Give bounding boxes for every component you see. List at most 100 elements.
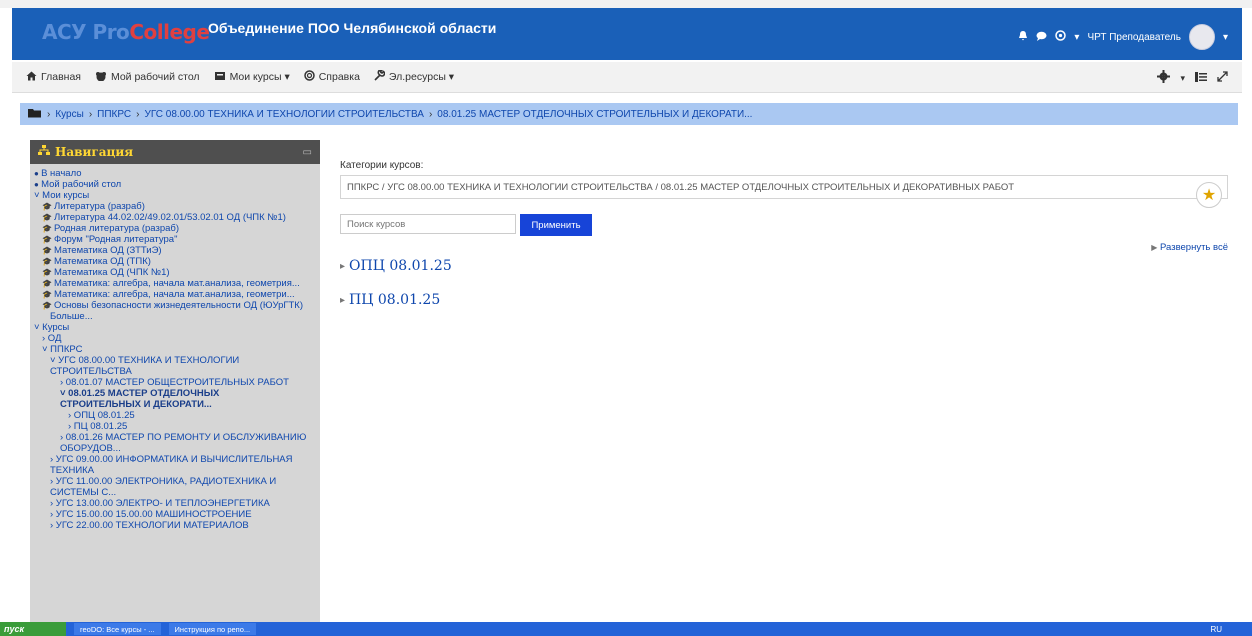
nav-item[interactable]: СИСТЕМЫ С... xyxy=(34,487,316,498)
nav-item[interactable]: ˅ ППКРС xyxy=(34,344,316,355)
menu-item-dashboard[interactable]: Мой рабочий стол xyxy=(95,71,200,84)
nav-course-item[interactable]: 🎓 Математика: алгебра, начала мат.анализа… xyxy=(34,278,316,289)
nav-course-item[interactable]: 🎓 Литература (разраб) xyxy=(34,201,316,212)
taskbar-item[interactable]: reoDO: Все курсы - ... xyxy=(74,623,161,635)
expand-all-link[interactable]: ▶ Развернуть всё xyxy=(1151,242,1228,253)
nav-course-item[interactable]: 🎓 Родная литература (разраб) xyxy=(34,223,316,234)
graduation-cap-icon: 🎓 xyxy=(42,279,52,288)
avatar[interactable] xyxy=(1188,24,1215,50)
nav-item[interactable]: ˅ Мои курсы xyxy=(34,190,316,201)
nav-item-label: › УГС 11.00.00 ЭЛЕКТРОНИКА, РАДИОТЕХНИКА… xyxy=(50,476,277,487)
nav-item-label: Математика: алгебра, начала мат.анализа,… xyxy=(53,289,295,300)
nav-item-label: СИСТЕМЫ С... xyxy=(50,487,117,498)
nav-item[interactable]: › ПЦ 08.01.25 xyxy=(34,421,316,432)
user-name[interactable]: ЧРТ Преподаватель xyxy=(1087,32,1181,43)
chat-icon[interactable] xyxy=(1036,31,1047,44)
nav-item[interactable]: › УГС 13.00.00 ЭЛЕКТРО- И ТЕПЛОЭНЕРГЕТИК… xyxy=(34,498,316,509)
nav-item[interactable]: › УГС 09.00.00 ИНФОРМАТИКА И ВЫЧИСЛИТЕЛЬ… xyxy=(34,454,316,465)
status-dropdown-icon[interactable]: ▾ xyxy=(1074,32,1079,43)
category-select[interactable]: ППКРС / УГС 08.00.00 ТЕХНИКА И ТЕХНОЛОГИ… xyxy=(340,175,1228,199)
taskbar-item[interactable]: Инструкция по репо... xyxy=(168,623,257,635)
graduation-cap-icon: 🎓 xyxy=(42,224,52,233)
menu-item-label: Мои курсы ▾ xyxy=(229,71,290,83)
nav-course-item[interactable]: 🎓 Форум "Родная литература" xyxy=(34,234,316,245)
site-header: АСУ ProCollege Объединение ПОО Челябинск… xyxy=(12,8,1242,60)
nav-item-label: › ОД xyxy=(42,333,62,344)
breadcrumb-item[interactable]: УГС 08.00.00 ТЕХНИКА И ТЕХНОЛОГИИ СТРОИТ… xyxy=(144,109,423,120)
fullscreen-icon[interactable] xyxy=(1217,71,1228,85)
dashboard-icon xyxy=(95,71,107,84)
nav-course-item[interactable]: 🎓 Математика ОД (ЧПК №1) xyxy=(34,267,316,278)
site-logo[interactable]: АСУ ProCollege xyxy=(42,20,210,44)
menu-item-help[interactable]: Справка xyxy=(303,70,360,84)
nav-item[interactable]: Больше... xyxy=(34,311,316,322)
graduation-cap-icon: 🎓 xyxy=(42,246,52,255)
nav-item-label: ОБОРУДОВ... xyxy=(60,443,121,454)
nav-item[interactable]: › ОД xyxy=(34,333,316,344)
nav-item-label: › 08.01.26 МАСТЕР ПО РЕМОНТУ И ОБСЛУЖИВА… xyxy=(60,432,307,443)
folder-icon xyxy=(28,108,42,121)
menu-item-e-resources[interactable]: Эл.ресурсы ▾ xyxy=(374,69,454,84)
nav-item[interactable]: СТРОИТЕЛЬСТВА xyxy=(34,366,316,377)
nav-item[interactable]: › 08.01.26 МАСТЕР ПО РЕМОНТУ И ОБСЛУЖИВА… xyxy=(34,432,316,443)
block-layout-icon[interactable] xyxy=(1195,71,1207,85)
nav-item[interactable]: ● В начало xyxy=(34,168,316,179)
nav-course-item[interactable]: 🎓 Основы безопасности жизнедеятельности О… xyxy=(34,300,316,311)
nav-item[interactable]: ˅ 08.01.25 МАСТЕР ОТДЕЛОЧНЫХ xyxy=(34,388,316,399)
nav-course-item[interactable]: 🎓 Математика ОД (ТПК) xyxy=(34,256,316,267)
nav-item-label: ˅ Мои курсы xyxy=(34,190,90,201)
start-button[interactable]: пуск xyxy=(0,622,66,636)
user-menu-chevron-icon[interactable]: ▾ xyxy=(1223,32,1228,43)
category-node[interactable]: ▸ ОПЦ 08.01.25 xyxy=(340,258,452,274)
gear-dropdown-icon[interactable]: ▾ xyxy=(1180,73,1185,84)
nav-item-label: ˅ Курсы xyxy=(34,322,70,333)
nav-course-item[interactable]: 🎓 Математика: алгебра, начала мат.анализа… xyxy=(34,289,316,300)
star-icon[interactable]: ★ xyxy=(1196,182,1222,208)
category-node-label[interactable]: ОПЦ 08.01.25 xyxy=(349,258,452,274)
menu-item-my-courses[interactable]: Мои курсы ▾ xyxy=(214,71,290,84)
apply-button[interactable]: Применить xyxy=(520,214,592,236)
bell-icon[interactable] xyxy=(1018,30,1028,44)
search-input[interactable] xyxy=(340,214,516,234)
nav-item-label: СТРОИТЕЛЬСТВА xyxy=(50,366,132,377)
nav-item[interactable]: › УГС 15.00.00 15.00.00 МАШИНОСТРОЕНИЕ xyxy=(34,509,316,520)
nav-item[interactable]: › 08.01.07 МАСТЕР ОБЩЕСТРОИТЕЛЬНЫХ РАБОТ xyxy=(34,377,316,388)
breadcrumb-item[interactable]: ППКРС xyxy=(97,109,131,120)
graduation-cap-icon: 🎓 xyxy=(42,290,52,299)
nav-item[interactable]: ˅ Курсы xyxy=(34,322,316,333)
breadcrumb-item-current[interactable]: 08.01.25 МАСТЕР ОТДЕЛОЧНЫХ СТРОИТЕЛЬНЫХ … xyxy=(437,109,752,120)
nav-item-label: ТЕХНИКА xyxy=(50,465,95,476)
menu-right-tools: ▾ xyxy=(1157,70,1228,86)
nav-item-label: › УГС 09.00.00 ИНФОРМАТИКА И ВЫЧИСЛИТЕЛЬ… xyxy=(50,454,293,465)
navigation-tree: ● В начало ● Мой рабочий стол ˅ Мои курсы 🎓… xyxy=(30,164,320,531)
nav-item[interactable]: СТРОИТЕЛЬНЫХ И ДЕКОРАТИ... xyxy=(34,399,316,410)
gear-icon[interactable] xyxy=(1157,70,1171,86)
category-node-label[interactable]: ПЦ 08.01.25 xyxy=(349,292,440,308)
nav-item-label: Форум "Родная литература" xyxy=(53,234,178,245)
graduation-cap-icon: 🎓 xyxy=(42,202,52,211)
nav-item[interactable]: ˅ УГС 08.00.00 ТЕХНИКА И ТЕХНОЛОГИИ xyxy=(34,355,316,366)
wrench-icon xyxy=(374,69,386,84)
breadcrumb-separator: › xyxy=(47,108,51,120)
menu-item-home[interactable]: Главная xyxy=(26,71,81,84)
breadcrumb-separator: › xyxy=(88,108,93,120)
language-indicator[interactable]: RU xyxy=(1210,625,1222,634)
nav-item[interactable]: › УГС 11.00.00 ЭЛЕКТРОНИКА, РАДИОТЕХНИКА… xyxy=(34,476,316,487)
nav-item[interactable]: ● Мой рабочий стол xyxy=(34,179,316,190)
nav-item[interactable]: ОБОРУДОВ... xyxy=(34,443,316,454)
nav-item[interactable]: › УГС 22.00.00 ТЕХНОЛОГИИ МАТЕРИАЛОВ xyxy=(34,520,316,531)
nav-item-label: Основы безопасности жизнедеятельности ОД… xyxy=(53,300,303,311)
nav-course-item[interactable]: 🎓 Литература 44.02.02/49.02.01/53.02.01 О… xyxy=(34,212,316,223)
os-taskbar: пуск reoDO: Все курсы - ... Инструкция п… xyxy=(0,622,1252,636)
logo-accent: College xyxy=(129,20,210,44)
nav-item-label: › ПЦ 08.01.25 xyxy=(68,421,128,432)
nav-course-item[interactable]: 🎓 Математика ОД (ЗТТиЭ) xyxy=(34,245,316,256)
nav-item[interactable]: › ОПЦ 08.01.25 xyxy=(34,410,316,421)
status-icon[interactable] xyxy=(1055,30,1067,44)
course-search: Применить xyxy=(340,214,592,236)
category-node[interactable]: ▸ ПЦ 08.01.25 xyxy=(340,292,440,308)
breadcrumb-item[interactable]: Курсы xyxy=(55,109,83,120)
nav-item-label: ˅ 08.01.25 МАСТЕР ОТДЕЛОЧНЫХ xyxy=(60,388,220,399)
nav-item[interactable]: ТЕХНИКА xyxy=(34,465,316,476)
collapse-icon[interactable]: ▭ xyxy=(303,147,312,158)
